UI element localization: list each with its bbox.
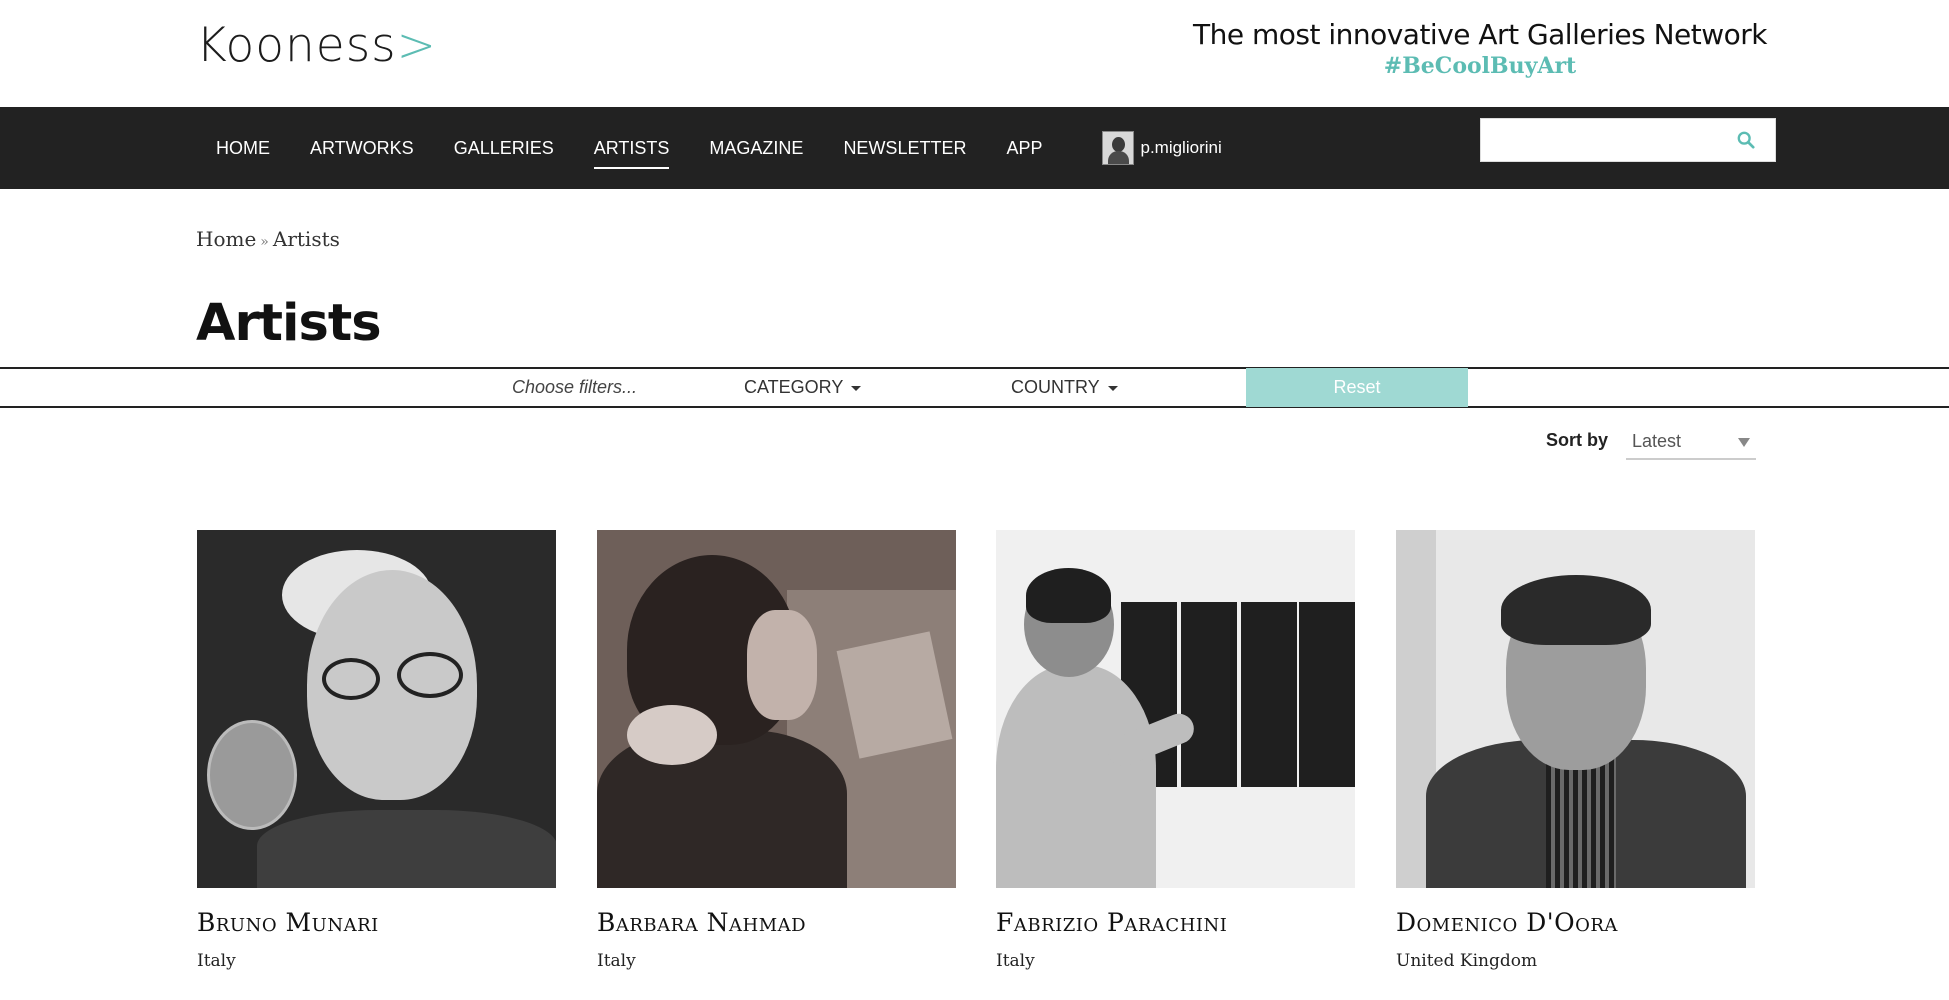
artist-name[interactable]: Domenico D'Oora [1396,908,1755,937]
tagline: The most innovative Art Galleries Networ… [1170,18,1790,79]
nav-item-artists[interactable]: ARTISTS [574,107,690,189]
breadcrumb-separator: » [260,234,269,250]
site-header: Kooness> The most innovative Art Galleri… [0,0,1949,107]
breadcrumb-home-link[interactable]: Home [196,227,256,251]
nav-item-app[interactable]: APP [986,107,1062,189]
logo-text: Kooness [196,18,397,73]
filter-hint: Choose filters... [512,377,638,397]
sort-value: Latest [1632,431,1682,451]
artist-photo[interactable] [996,530,1355,888]
artist-photo[interactable] [197,530,556,888]
country-filter-label: COUNTRY [1011,377,1100,397]
artist-photo[interactable] [597,530,956,888]
artist-country: Italy [197,951,236,971]
artist-card[interactable]: Fabrizio Parachini Italy [996,530,1355,971]
dropdown-arrow-icon [1738,438,1750,447]
avatar [1102,131,1135,165]
artist-country: United Kingdom [1396,951,1538,971]
username: p.migliorini [1140,138,1222,157]
hashtag-text: #BeCoolBuyArt [1383,53,1577,79]
nav-item-galleries[interactable]: GALLERIES [434,107,574,189]
filter-bar: Choose filters... CATEGORY COUNTRY Reset [0,367,1949,408]
search-icon[interactable] [1737,131,1755,149]
logo-chevron-icon: > [396,18,438,73]
nav-item-magazine[interactable]: MAGAZINE [689,107,823,189]
artist-card[interactable]: Domenico D'Oora United Kingdom [1396,530,1755,971]
search-input[interactable] [1481,119,1721,161]
nav-item-newsletter[interactable]: NEWSLETTER [823,107,986,189]
artist-card[interactable]: Barbara Nahmad Italy [597,530,956,971]
caret-down-icon [1107,385,1118,391]
artist-country: Italy [597,951,636,971]
sort-label: Sort by [1546,430,1609,450]
artist-card[interactable]: Bruno Munari Italy [197,530,556,971]
nav-menu: HOME ARTWORKS GALLERIES ARTISTS MAGAZINE… [196,107,1222,189]
breadcrumb-current: Artists [272,227,340,251]
artist-photo[interactable] [1396,530,1755,888]
nav-item-home[interactable]: HOME [196,107,290,189]
country-filter-dropdown[interactable]: COUNTRY [1011,377,1118,398]
artist-name[interactable]: Barbara Nahmad [597,908,956,937]
user-menu[interactable]: p.migliorini [1062,107,1222,189]
kooness-logo[interactable]: Kooness> [196,18,437,73]
tagline-text: The most innovative Art Galleries Networ… [1192,18,1768,51]
category-filter-dropdown[interactable]: CATEGORY [744,377,862,398]
artist-name[interactable]: Fabrizio Parachini [996,908,1355,937]
artist-name[interactable]: Bruno Munari [197,908,556,937]
reset-button[interactable]: Reset [1246,368,1468,407]
search-box [1480,118,1776,162]
nav-item-artworks[interactable]: ARTWORKS [290,107,434,189]
caret-down-icon [851,385,862,391]
artist-country: Italy [996,951,1035,971]
breadcrumb: Home» Artists [196,227,340,251]
page-title: Artists [196,294,382,353]
category-filter-label: CATEGORY [744,377,844,397]
sort-select[interactable]: Latest [1626,426,1756,460]
